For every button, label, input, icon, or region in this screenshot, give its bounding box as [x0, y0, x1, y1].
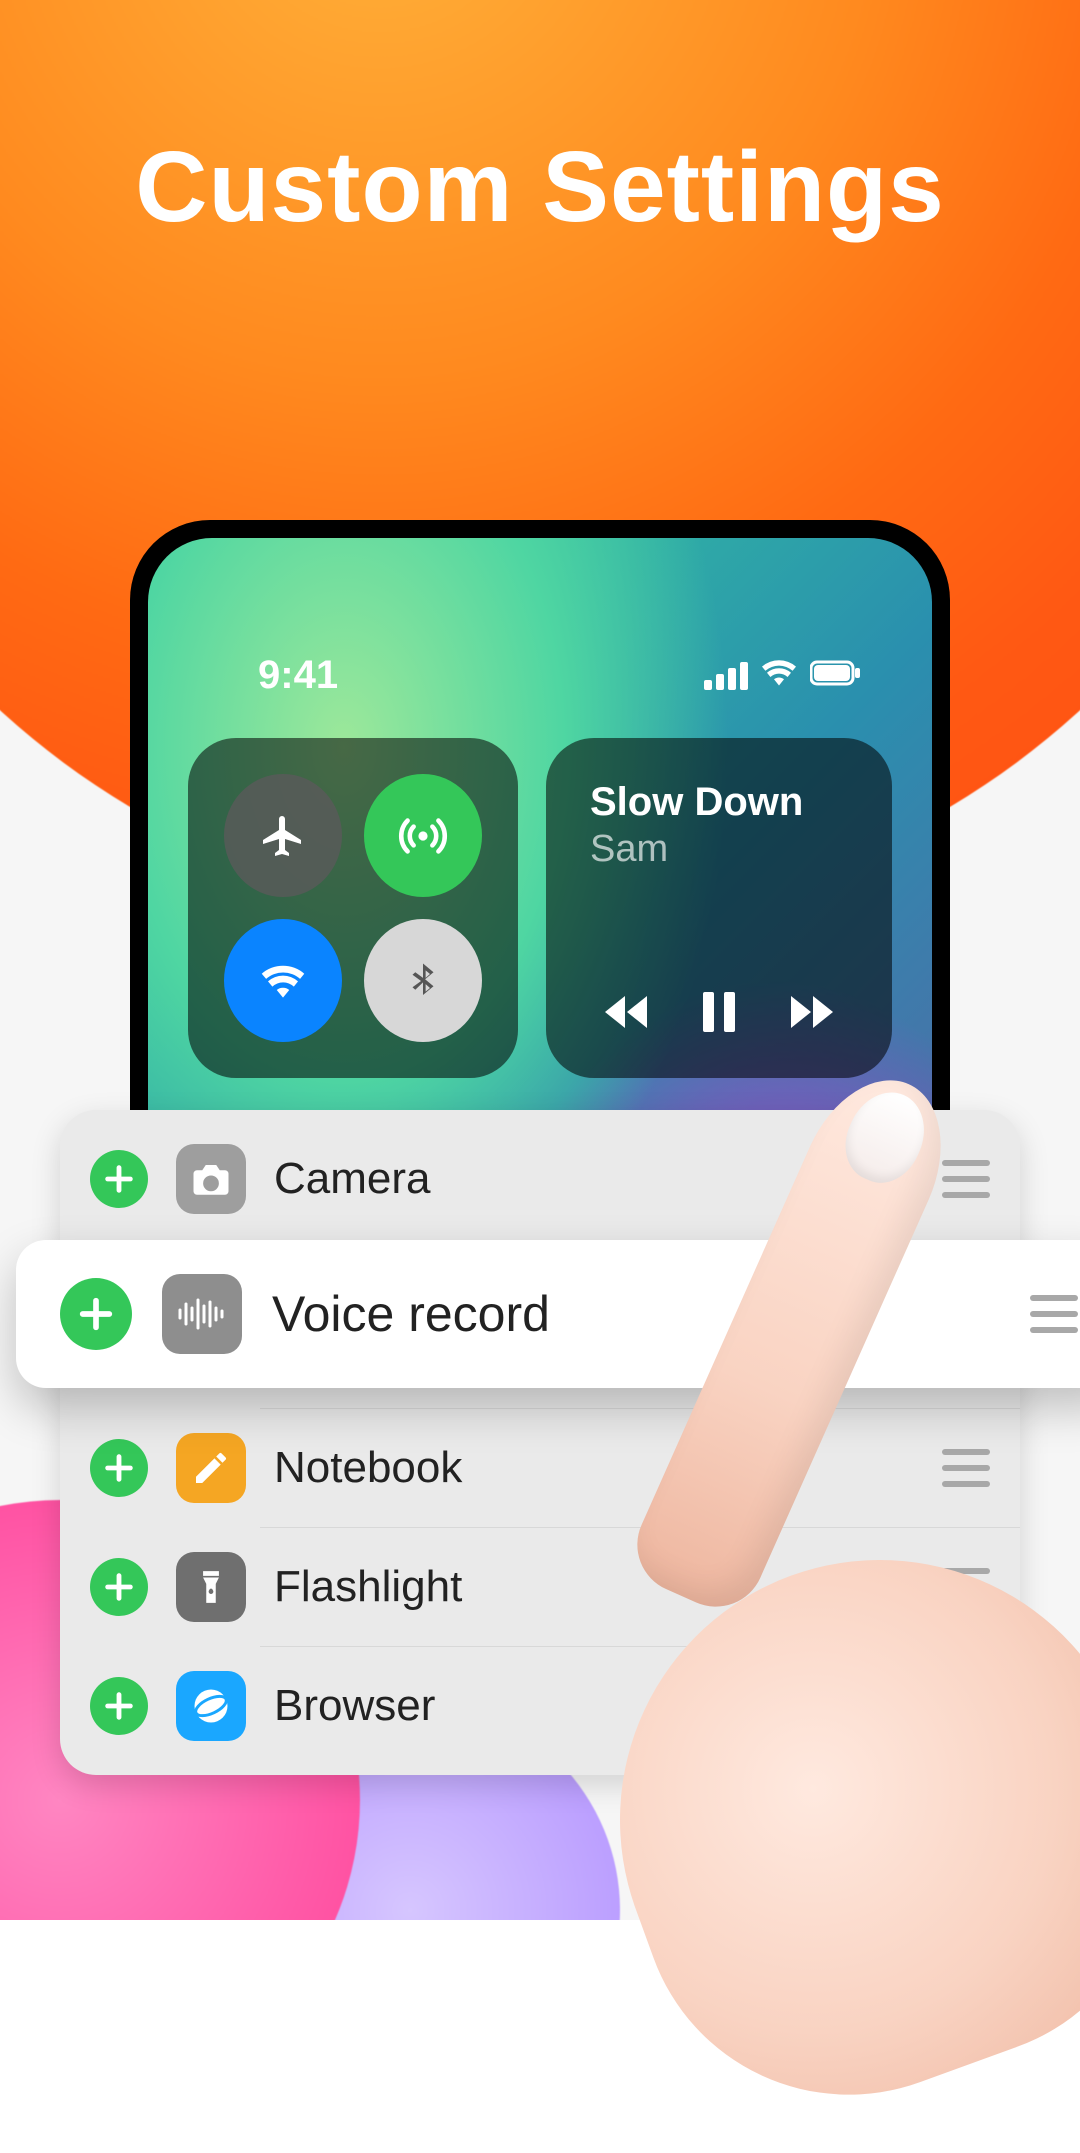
list-item-label: Flashlight	[274, 1562, 914, 1612]
cellular-data-toggle[interactable]	[364, 774, 482, 897]
drag-handle-icon[interactable]	[942, 1687, 990, 1725]
list-item-label: Voice record	[272, 1285, 1000, 1343]
page-title: Custom Settings	[0, 130, 1080, 245]
list-item-browser[interactable]: Browser	[60, 1647, 1020, 1765]
notebook-icon	[176, 1433, 246, 1503]
list-item-notebook[interactable]: Notebook	[60, 1409, 1020, 1527]
drag-handle-icon[interactable]	[942, 1449, 990, 1487]
add-button[interactable]	[90, 1558, 148, 1616]
add-button[interactable]	[90, 1677, 148, 1735]
media-pause-button[interactable]	[684, 982, 754, 1042]
wifi-icon	[762, 660, 796, 691]
add-button[interactable]	[90, 1150, 148, 1208]
connectivity-tile	[188, 738, 518, 1078]
media-prev-button[interactable]	[594, 982, 664, 1042]
flashlight-icon	[176, 1552, 246, 1622]
browser-icon	[176, 1671, 246, 1741]
add-button[interactable]	[90, 1439, 148, 1497]
camera-icon	[176, 1144, 246, 1214]
list-item-voice-record-dragging[interactable]: Voice record	[16, 1240, 1080, 1388]
signal-icon	[704, 662, 748, 690]
airplane-mode-toggle[interactable]	[224, 774, 342, 897]
media-tile: Slow Down Sam	[546, 738, 892, 1078]
bluetooth-toggle[interactable]	[364, 919, 482, 1042]
wifi-toggle[interactable]	[224, 919, 342, 1042]
list-item-flashlight[interactable]: Flashlight	[60, 1528, 1020, 1646]
drag-handle-icon[interactable]	[942, 1568, 990, 1606]
track-title: Slow Down	[590, 778, 848, 826]
clock-text: 9:41	[258, 653, 338, 698]
battery-icon	[810, 660, 862, 691]
add-button[interactable]	[60, 1278, 132, 1350]
list-item-label: Camera	[274, 1154, 914, 1204]
drag-handle-icon[interactable]	[942, 1160, 990, 1198]
shortcut-list-panel: Camera Notebook Flashlight Browser	[60, 1110, 1020, 1775]
list-item-label: Notebook	[274, 1443, 914, 1493]
list-item-camera[interactable]: Camera	[60, 1120, 1020, 1238]
status-bar: 9:41	[148, 653, 932, 698]
voice-record-icon	[162, 1274, 242, 1354]
media-next-button[interactable]	[774, 982, 844, 1042]
track-artist: Sam	[590, 828, 848, 871]
drag-handle-icon[interactable]	[1030, 1295, 1078, 1333]
list-item-label: Browser	[274, 1681, 914, 1731]
